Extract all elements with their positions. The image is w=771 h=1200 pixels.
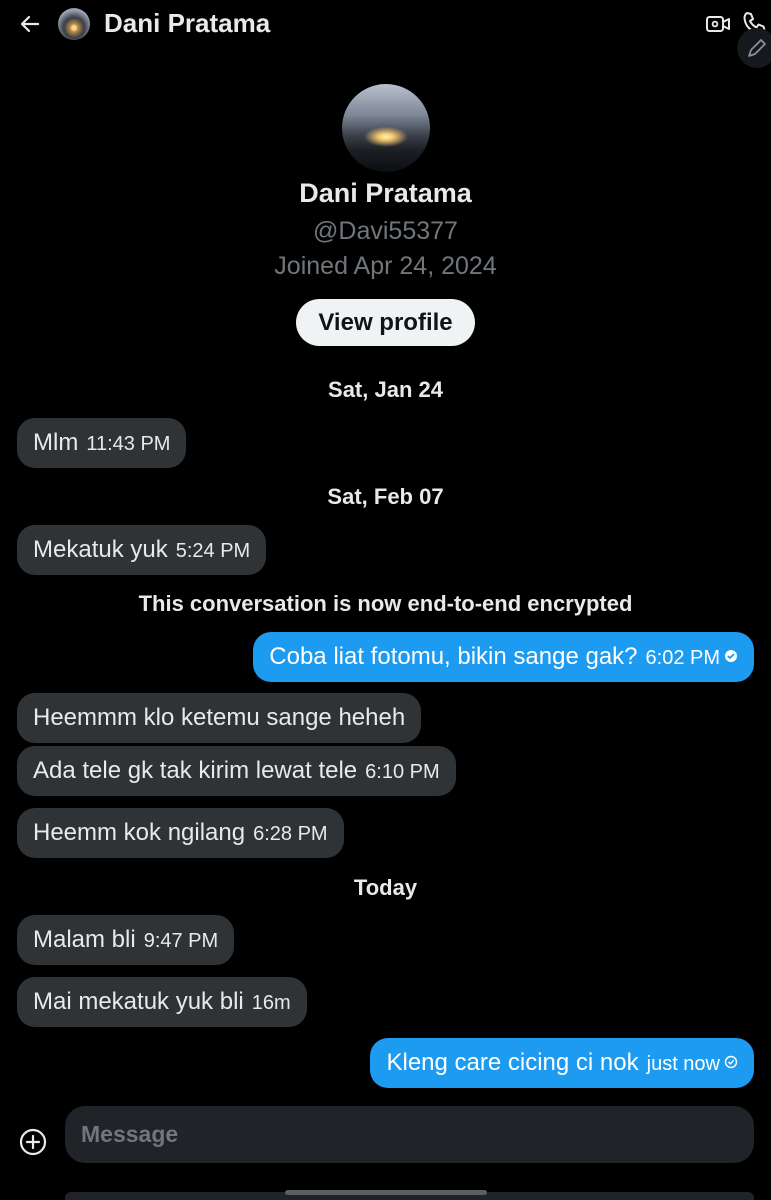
top-bar: Dani Pratama (0, 0, 771, 68)
message-received[interactable]: Heemmm klo ketemu sange heheh (17, 693, 422, 743)
message-sent[interactable]: Kleng care cicing ci nok just now (370, 1038, 754, 1088)
message-text: Heemmm klo ketemu sange heheh (33, 704, 406, 731)
sent-check-icon (724, 1055, 738, 1069)
message-input-placeholder: Message (81, 1121, 179, 1147)
profile-avatar[interactable] (342, 84, 430, 172)
message-time: 16m (251, 992, 291, 1014)
date-separator: Today (353, 875, 418, 900)
video-call-icon[interactable] (705, 12, 731, 36)
profile-joined-date: Joined Apr 24, 2024 (274, 252, 497, 280)
message-input[interactable]: Message (65, 1106, 754, 1163)
message-received[interactable]: Malam bli 9:47 PM (17, 915, 235, 965)
encryption-notice: This conversation is now end-to-end encr… (138, 591, 633, 616)
message-received[interactable]: Mai mekatuk yuk bli 16m (17, 977, 307, 1027)
message-text: Ada tele gk tak kirim lewat tele (33, 757, 358, 784)
message-time: 5:24 PM (175, 540, 251, 562)
seen-check-icon (725, 650, 737, 663)
message-time: 6:28 PM (253, 823, 328, 845)
view-profile-button[interactable]: View profile (296, 299, 475, 346)
date-separator: Sat, Jan 24 (328, 377, 443, 402)
message-text: Malam bli (33, 926, 136, 953)
arrow-left-icon[interactable] (18, 12, 42, 36)
message-received[interactable]: Mekatuk yuk 5:24 PM (17, 525, 267, 575)
message-sent[interactable]: Coba liat fotomu, bikin sange gak? 6:02 P… (253, 632, 754, 682)
message-text: Mai mekatuk yuk bli (33, 988, 244, 1015)
message-time: 9:47 PM (143, 930, 219, 952)
message-time: 6:10 PM (365, 761, 440, 783)
message-received[interactable]: Heemm kok ngilang 6:28 PM (17, 808, 344, 858)
home-indicator (285, 1190, 487, 1195)
compose-button[interactable] (737, 28, 771, 68)
message-text: Mlm (33, 429, 79, 456)
message-received[interactable]: Ada tele gk tak kirim lewat tele 6:10 PM (17, 746, 456, 796)
pencil-icon (748, 39, 766, 57)
profile-name: Dani Pratama (299, 178, 472, 208)
message-text: Coba liat fotomu, bikin sange gak? (269, 643, 638, 670)
conversation-title[interactable]: Dani Pratama (104, 8, 270, 39)
message-time: 11:43 PM (86, 433, 171, 455)
message-time: 6:02 PM (645, 647, 720, 669)
message-text: Heemm kok ngilang (33, 819, 246, 846)
message-text: Kleng care cicing ci nok (386, 1049, 639, 1076)
message-text: Mekatuk yuk (33, 536, 168, 563)
message-received[interactable]: Mlm 11:43 PM (17, 418, 187, 468)
avatar[interactable] (58, 8, 90, 40)
date-separator: Sat, Feb 07 (327, 484, 444, 509)
message-time: just now (646, 1053, 720, 1075)
profile-handle: @Davi55377 (313, 217, 458, 245)
plus-circle-icon[interactable] (18, 1127, 48, 1157)
